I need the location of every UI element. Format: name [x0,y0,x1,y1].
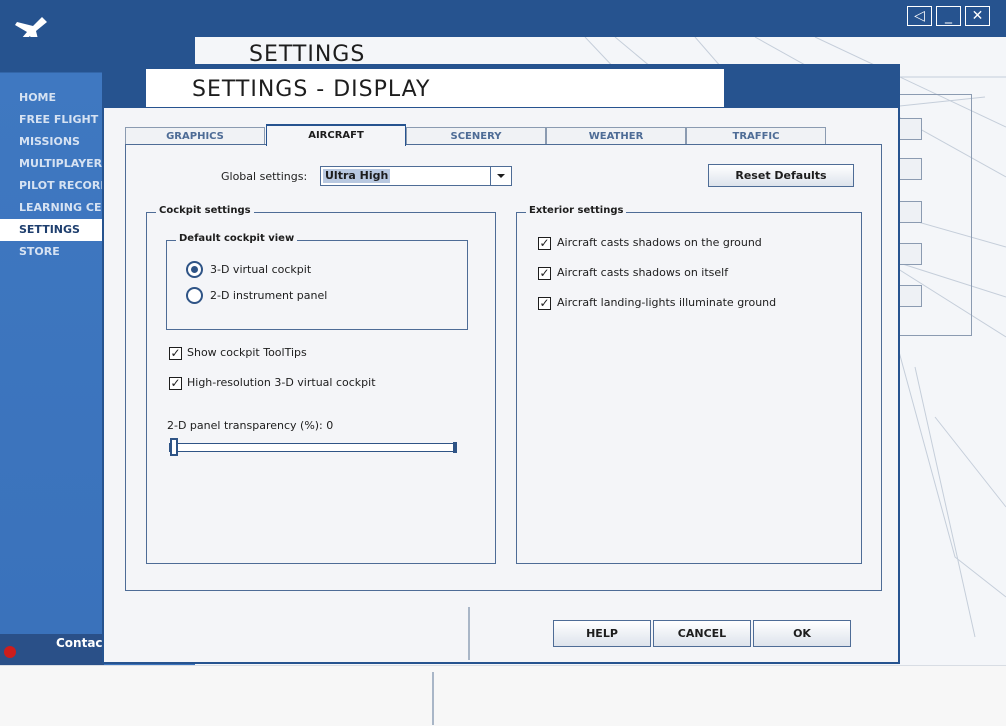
checkbox-shadows-on-ground-label[interactable]: Aircraft casts shadows on the ground [557,236,762,249]
panel-transparency-slider-thumb[interactable] [170,438,178,456]
sound-icon[interactable]: ◁ [907,6,932,26]
top-bar [0,0,1006,37]
global-settings-value: Ultra High [323,169,391,183]
sidebar-item-settings[interactable]: SETTINGS [0,219,103,241]
bottom-strip [0,665,1006,726]
exterior-settings-group [516,212,862,564]
checkbox-shadows-on-itself[interactable]: ✓ [538,267,551,280]
checkbox-shadows-on-itself-label[interactable]: Aircraft casts shadows on itself [557,266,728,279]
contact-label[interactable]: Contac [56,636,103,650]
panel-transparency-label: 2-D panel transparency (%): 0 [167,419,334,432]
default-cockpit-view-group [166,240,468,330]
checkbox-high-resolution-cockpit-label[interactable]: High-resolution 3-D virtual cockpit [187,376,376,389]
close-icon[interactable]: ✕ [965,6,990,26]
default-cockpit-view-title: Default cockpit view [176,233,298,244]
sidebar-item-learning-center[interactable]: LEARNING CENTER [0,197,103,219]
minimize-icon[interactable]: _ [936,6,961,26]
tab-scenery[interactable]: SCENERY [406,127,546,145]
divider [468,607,470,660]
radio-3d-virtual-cockpit[interactable] [186,261,203,278]
checkbox-show-cockpit-tooltips[interactable]: ✓ [169,347,182,360]
radio-3d-virtual-cockpit-label[interactable]: 3-D virtual cockpit [210,263,311,276]
background-button[interactable] [899,243,922,265]
radio-2d-instrument-panel-label[interactable]: 2-D instrument panel [210,289,327,302]
cancel-button[interactable]: CANCEL [653,620,751,647]
chevron-down-icon[interactable] [490,167,511,185]
tab-weather[interactable]: WEATHER [546,127,686,145]
radio-2d-instrument-panel[interactable] [186,287,203,304]
sidebar-item-pilot-records[interactable]: PILOT RECORDS [0,175,103,197]
checkbox-landing-lights[interactable]: ✓ [538,297,551,310]
background-button[interactable] [899,118,922,140]
reset-defaults-button[interactable]: Reset Defaults [708,164,854,187]
checkbox-high-resolution-cockpit[interactable]: ✓ [169,377,182,390]
sidebar-item-store[interactable]: STORE [0,241,103,263]
help-button[interactable]: HELP [553,620,651,647]
background-button[interactable] [899,158,922,180]
sidebar-item-home[interactable]: HOME [0,87,103,109]
tab-traffic[interactable]: TRAFFIC [686,127,826,145]
ok-button[interactable]: OK [753,620,851,647]
checkbox-shadows-on-ground[interactable]: ✓ [538,237,551,250]
background-button[interactable] [899,285,922,307]
checkbox-landing-lights-label[interactable]: Aircraft landing-lights illuminate groun… [557,296,776,309]
global-settings-dropdown[interactable]: Ultra High [320,166,512,186]
background-button[interactable] [899,201,922,223]
slider-end-cap [453,442,457,453]
checkbox-show-cockpit-tooltips-label[interactable]: Show cockpit ToolTips [187,346,307,359]
tab-aircraft[interactable]: AIRCRAFT [266,124,406,146]
tab-graphics[interactable]: GRAPHICS [125,127,265,145]
sidebar-item-missions[interactable]: MISSIONS [0,131,103,153]
exterior-settings-title: Exterior settings [526,205,627,216]
global-settings-label: Global settings: [221,170,308,183]
cockpit-settings-title: Cockpit settings [156,205,254,216]
divider [432,672,434,725]
sidebar-item-multiplayer[interactable]: MULTIPLAYER [0,153,103,175]
status-dot-icon [4,646,16,658]
panel-transparency-slider-track[interactable] [169,443,457,452]
sidebar-item-free-flight[interactable]: FREE FLIGHT [0,109,103,131]
dialog-title: SETTINGS - DISPLAY [192,77,431,102]
settings-display-dialog: SETTINGS - DISPLAY GRAPHICS AIRCRAFT SCE… [102,64,900,664]
